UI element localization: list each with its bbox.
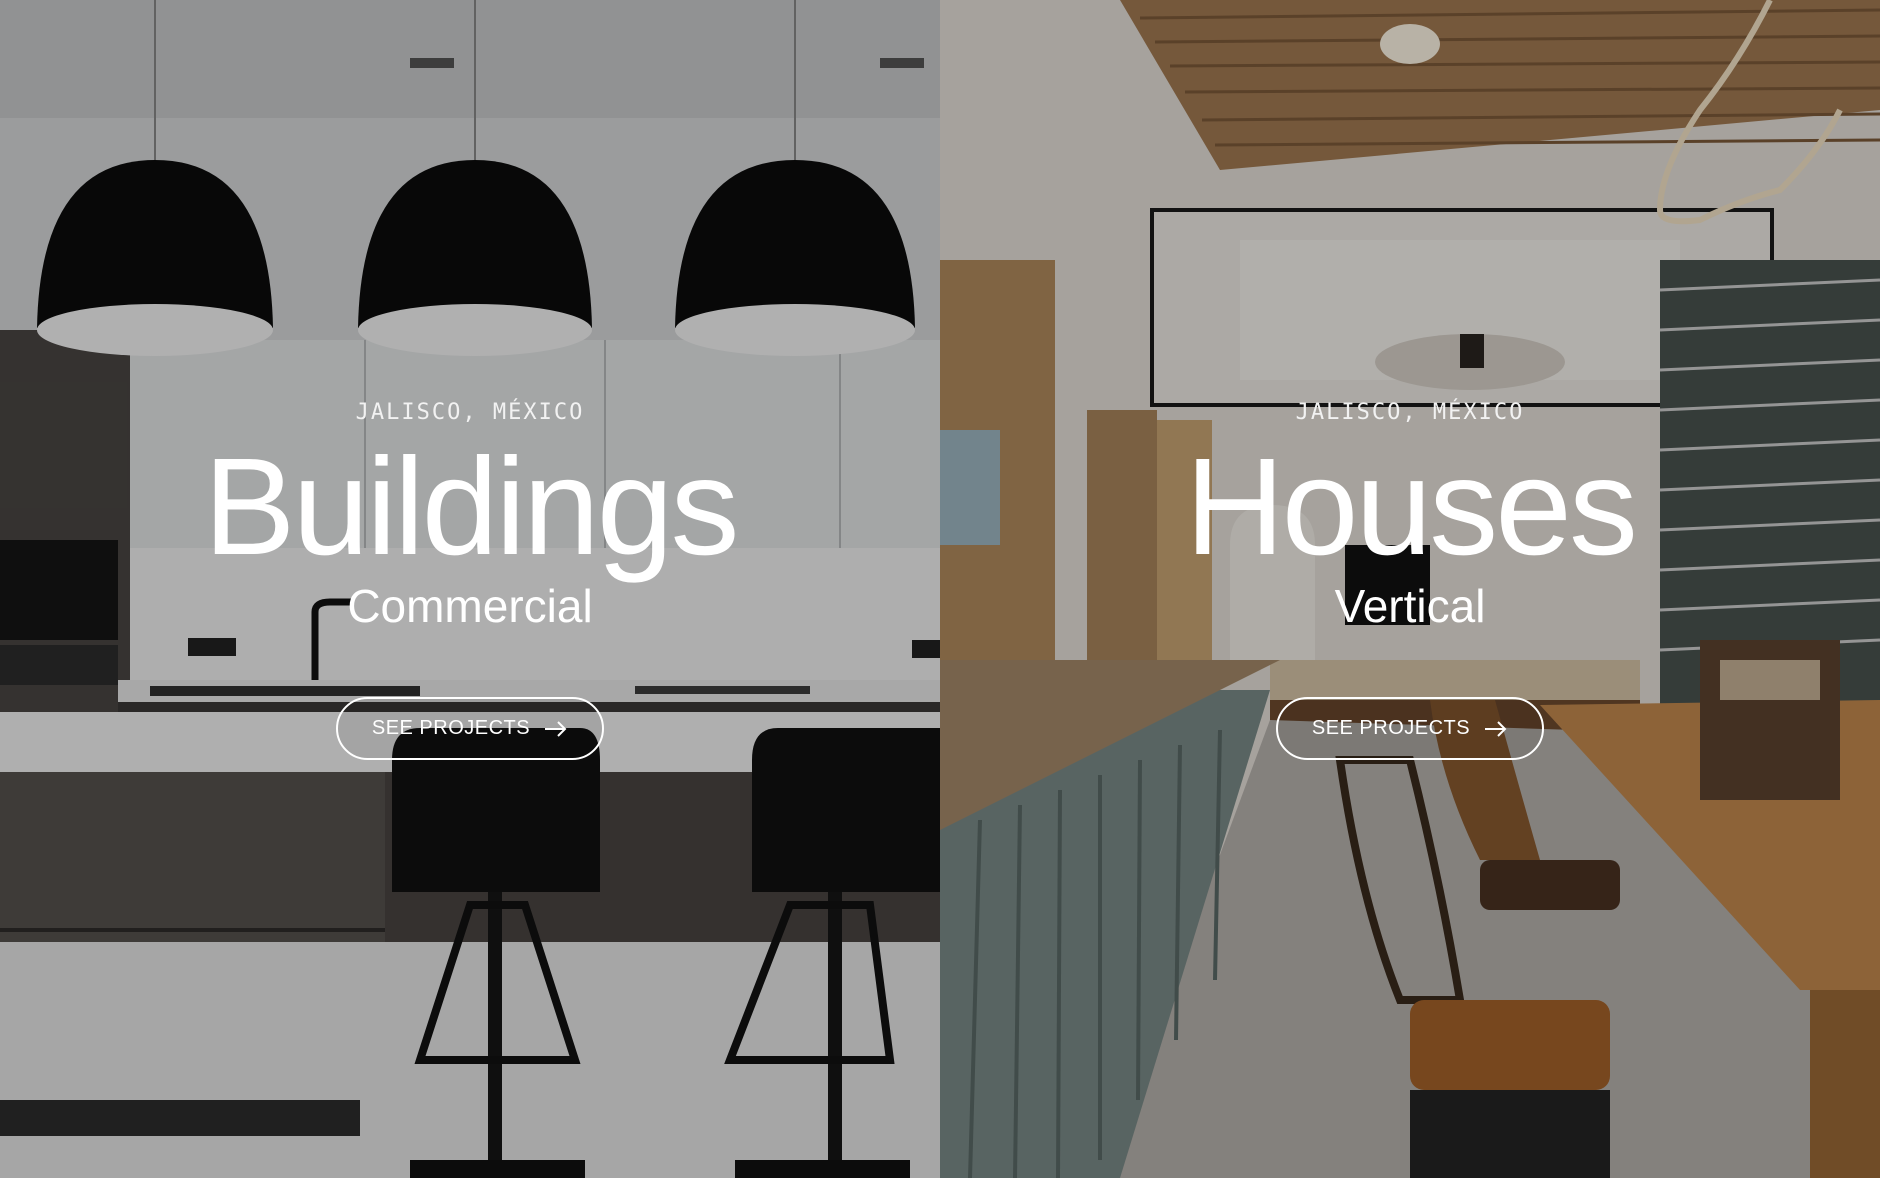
see-projects-label: SEE PROJECTS (371, 717, 531, 739)
category-subtitle: Commercial (347, 580, 593, 632)
panel-houses[interactable]: JALISCO, MÉXICO Houses Vertical SEE PROJ… (940, 0, 1880, 1178)
panel-buildings-content: JALISCO, MÉXICO Buildings Commercial SEE… (0, 0, 940, 1178)
arrow-right-icon (544, 720, 568, 737)
panel-houses-content: JALISCO, MÉXICO Houses Vertical SEE PROJ… (940, 0, 1880, 1178)
category-split: JALISCO, MÉXICO Buildings Commercial SEE… (0, 0, 1880, 1178)
see-projects-label: SEE PROJECTS (1311, 717, 1471, 739)
panel-buildings[interactable]: JALISCO, MÉXICO Buildings Commercial SEE… (0, 0, 940, 1178)
see-projects-button[interactable]: SEE PROJECTS (1276, 697, 1544, 760)
location-label: JALISCO, MÉXICO (1295, 400, 1525, 425)
category-subtitle: Vertical (1334, 580, 1486, 632)
see-projects-button[interactable]: SEE PROJECTS (336, 697, 604, 760)
arrow-right-icon (1484, 720, 1508, 737)
location-label: JALISCO, MÉXICO (355, 400, 585, 425)
category-title: Houses (1185, 430, 1638, 584)
category-title: Buildings (203, 430, 739, 584)
